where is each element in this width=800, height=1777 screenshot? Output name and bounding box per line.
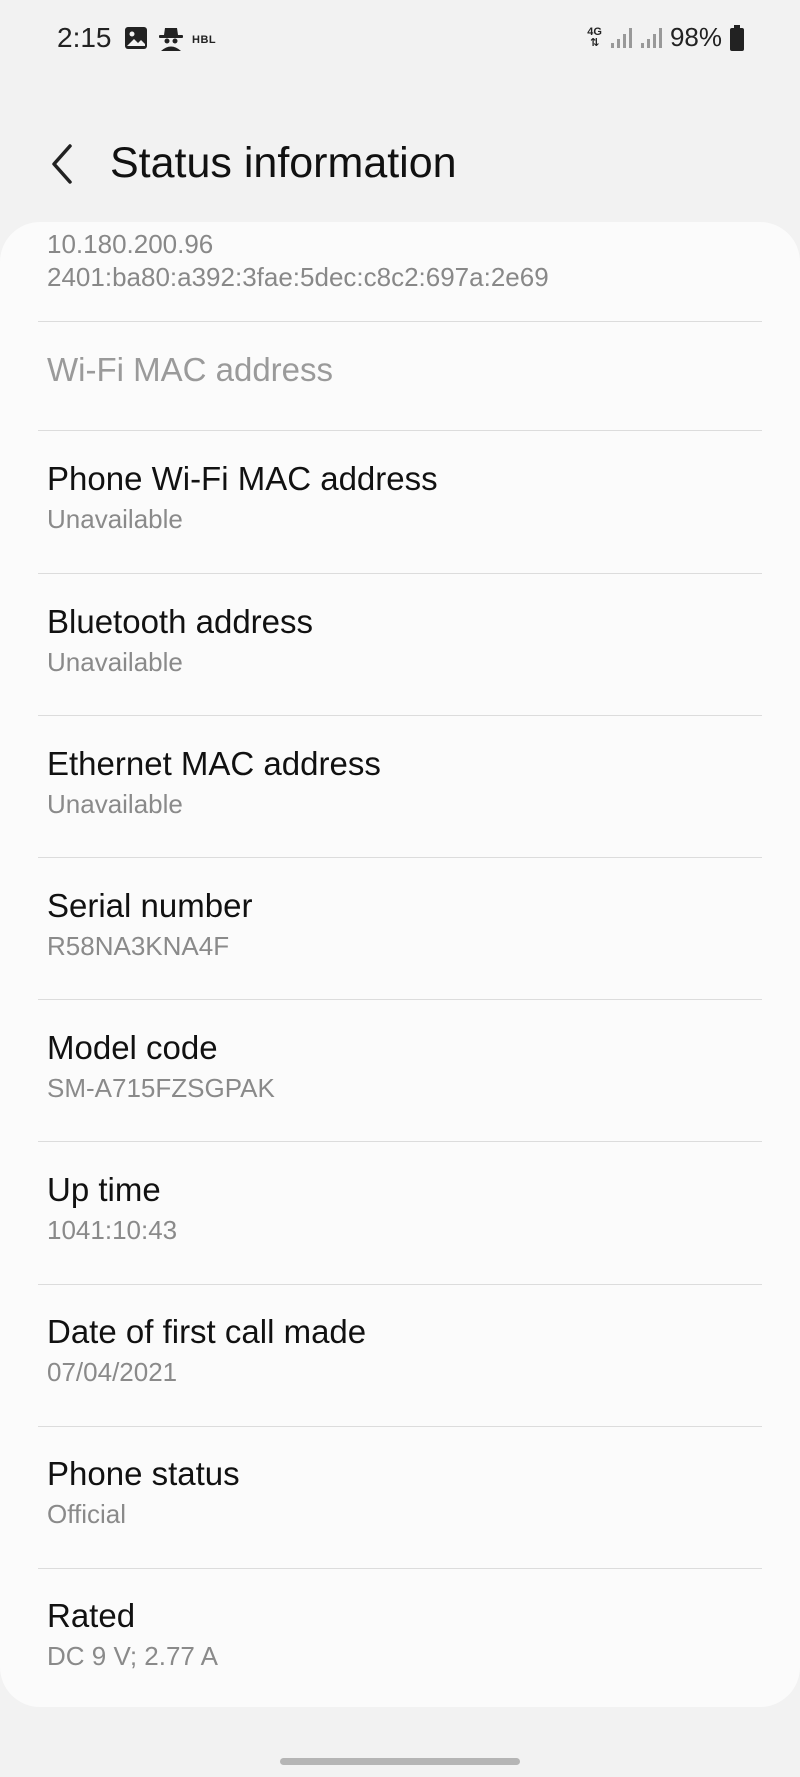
- divider: [38, 1141, 762, 1142]
- divider: [38, 1426, 762, 1427]
- arrows-icon: ⇅: [590, 36, 600, 49]
- row-title: Wi-Fi MAC address: [47, 351, 334, 388]
- divider: [38, 1284, 762, 1285]
- signal-icon: [640, 27, 662, 48]
- home-indicator[interactable]: [280, 1758, 520, 1765]
- row-value: Unavailable: [47, 647, 183, 677]
- row-value: R58NA3KNA4F: [47, 931, 230, 961]
- row-value: 1041:10:43: [47, 1215, 178, 1245]
- row-title: Up time: [47, 1171, 161, 1208]
- header: Status information: [0, 120, 800, 210]
- network-type: 4G: [587, 25, 602, 38]
- row-value: Unavailable: [47, 504, 183, 534]
- row-title: Model code: [47, 1029, 218, 1066]
- network-4g-icon: 4G ⇅: [587, 25, 602, 49]
- phone-status-row[interactable]: Phone status Official: [47, 1454, 747, 1531]
- ethernet-mac-row[interactable]: Ethernet MAC address Unavailable: [47, 744, 747, 821]
- signal-icon: [610, 27, 632, 48]
- row-title: Phone Wi-Fi MAC address: [47, 460, 438, 497]
- ipv4-address: 10.180.200.96: [47, 229, 214, 259]
- battery-icon: [730, 24, 744, 51]
- divider: [38, 857, 762, 858]
- status-bar: 2:15 HBL 4G ⇅ 98%: [0, 0, 800, 80]
- status-right-group: 4G ⇅ 98%: [587, 22, 744, 53]
- phone-wifi-mac-row[interactable]: Phone Wi-Fi MAC address Unavailable: [47, 459, 747, 536]
- first-call-date-row[interactable]: Date of first call made 07/04/2021: [47, 1312, 747, 1389]
- battery-percent: 98%: [669, 22, 722, 52]
- divider: [38, 999, 762, 1000]
- image-icon: [125, 27, 147, 49]
- ipv6-address: 2401:ba80:a392:3fae:5dec:c8c2:697a:2e69: [47, 262, 549, 292]
- divider: [38, 715, 762, 716]
- chevron-left-icon[interactable]: [42, 140, 82, 188]
- row-value: SM-A715FZSGPAK: [47, 1073, 275, 1103]
- row-title: Ethernet MAC address: [47, 745, 381, 782]
- carrier-label: HBL: [192, 34, 217, 46]
- bluetooth-address-row[interactable]: Bluetooth address Unavailable: [47, 602, 747, 679]
- wifi-mac-row[interactable]: Wi-Fi MAC address: [47, 350, 747, 390]
- row-title: Serial number: [47, 887, 253, 924]
- row-value: Unavailable: [47, 789, 183, 819]
- row-title: Date of first call made: [47, 1313, 367, 1350]
- row-value: Official: [47, 1499, 126, 1529]
- spy-icon: [159, 28, 183, 51]
- row-title: Bluetooth address: [47, 603, 314, 640]
- row-value: 07/04/2021: [47, 1357, 178, 1387]
- ip-address-block: 10.180.200.96 2401:ba80:a392:3fae:5dec:c…: [47, 228, 549, 294]
- model-code-row[interactable]: Model code SM-A715FZSGPAK: [47, 1028, 747, 1105]
- up-time-row[interactable]: Up time 1041:10:43: [47, 1170, 747, 1247]
- divider: [38, 321, 762, 322]
- divider: [38, 573, 762, 574]
- page-title: Status information: [110, 139, 457, 187]
- divider: [38, 430, 762, 431]
- row-value: DC 9 V; 2.77 A: [47, 1641, 219, 1671]
- row-title: Phone status: [47, 1455, 240, 1492]
- info-card: 10.180.200.96 2401:ba80:a392:3fae:5dec:c…: [0, 222, 800, 1707]
- row-title: Rated: [47, 1597, 136, 1634]
- serial-number-row[interactable]: Serial number R58NA3KNA4F: [47, 886, 747, 963]
- divider: [38, 1568, 762, 1569]
- status-time: 2:15: [57, 22, 112, 53]
- rated-row[interactable]: Rated DC 9 V; 2.77 A: [47, 1596, 747, 1673]
